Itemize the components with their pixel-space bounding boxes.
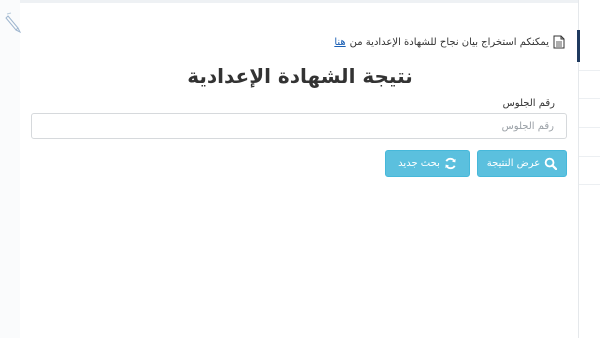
new-search-label: بحث جديد (398, 158, 440, 169)
right-sidebar-strip (577, 0, 600, 338)
search-icon (544, 157, 558, 170)
seat-number-input[interactable] (31, 113, 567, 139)
show-result-button[interactable]: عرض النتيجة (477, 150, 567, 177)
document-icon (553, 35, 565, 49)
info-notice: يمكنكم استخراج بيان نجاح للشهادة الإعداد… (334, 35, 565, 49)
top-bar (20, 0, 580, 3)
refresh-icon (445, 157, 456, 170)
sidebar-divider (579, 98, 600, 99)
info-text: يمكنكم استخراج بيان نجاح للشهادة الإعداد… (349, 36, 549, 48)
sidebar-divider (579, 127, 600, 128)
left-sidebar-strip (0, 0, 22, 338)
sidebar-divider (579, 184, 600, 185)
new-search-button[interactable]: بحث جديد (385, 150, 470, 177)
seat-number-label: رقم الجلوس (502, 98, 555, 109)
info-link[interactable]: هنا (334, 37, 345, 48)
pencil-icon (5, 12, 22, 34)
page-title: نتيجة الشهادة الإعدادية (187, 64, 413, 88)
show-result-label: عرض النتيجة (486, 158, 541, 169)
sidebar-divider (579, 156, 600, 157)
active-item-marker (577, 30, 580, 62)
